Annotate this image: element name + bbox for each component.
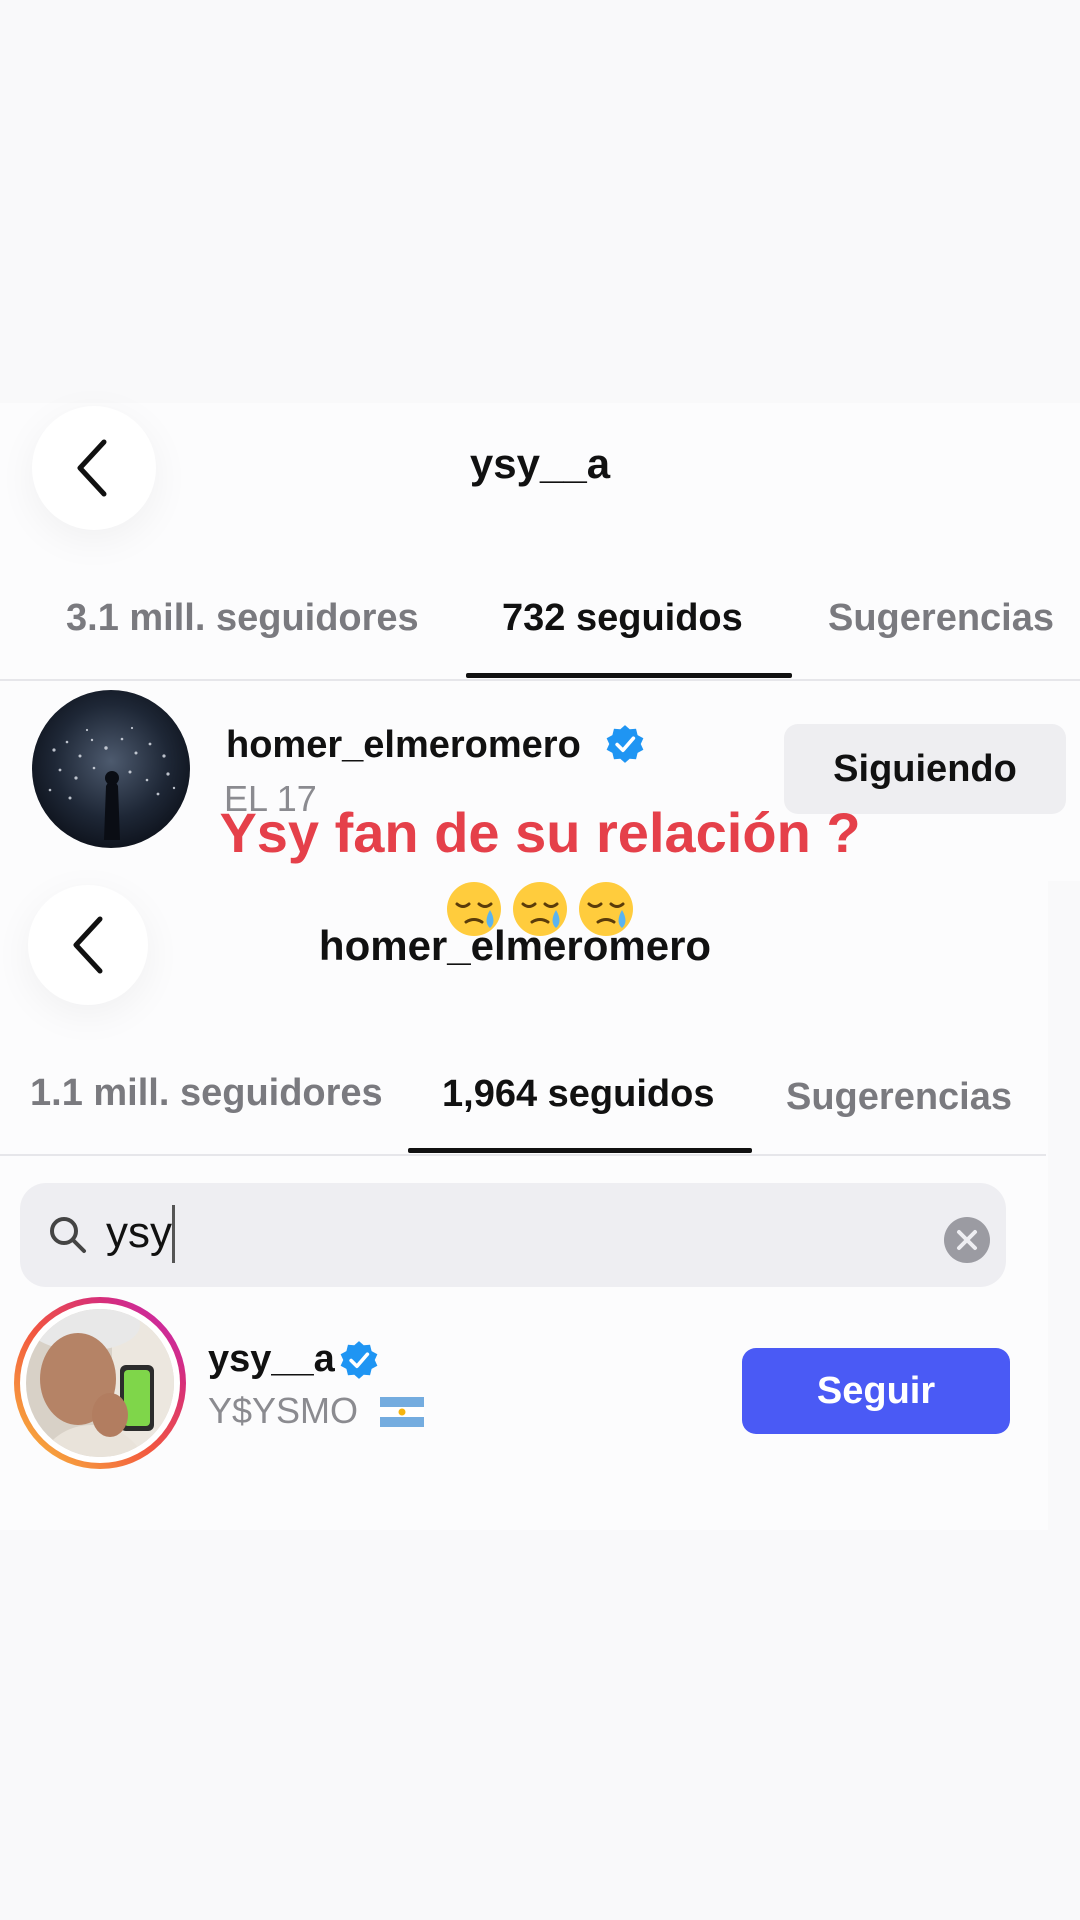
username[interactable]: ysy__a [208,1338,335,1381]
tab-suggestions[interactable]: Sugerencias [828,597,1054,640]
avatar[interactable] [12,1295,188,1471]
argentina-flag-icon [380,1397,424,1427]
search-icon [50,1217,86,1253]
username[interactable]: homer_elmeromero [226,724,581,767]
sleepy-face-icon [579,882,633,936]
tabs-divider [0,679,1080,681]
tab-suggestions[interactable]: Sugerencias [786,1076,1012,1119]
tab-followers[interactable]: 3.1 mill. seguidores [66,597,419,640]
active-tab-indicator [408,1148,752,1153]
verified-badge-icon [340,1341,378,1379]
verified-badge-icon [606,725,644,763]
search-input[interactable]: ysy [20,1183,1006,1287]
clear-search-icon[interactable] [944,1217,990,1263]
sleepy-face-emoji-row [445,880,635,938]
tab-following[interactable]: 732 seguidos [502,597,743,640]
page-title: ysy__a [469,440,611,487]
user-subtitle: Y$YSMO [208,1390,359,1431]
sleepy-face-icon [513,882,567,936]
story-caption: Ysy fan de su relación ? [219,801,861,864]
follow-button[interactable]: Seguir [742,1348,1010,1434]
text-cursor [172,1205,175,1263]
search-query: ysy [106,1208,172,1257]
tab-followers[interactable]: 1.1 mill. seguidores [30,1072,383,1115]
tab-following[interactable]: 1,964 seguidos [442,1073,714,1116]
sleepy-face-icon [447,882,501,936]
active-tab-indicator [466,673,792,678]
tabs-divider [0,1154,1046,1156]
